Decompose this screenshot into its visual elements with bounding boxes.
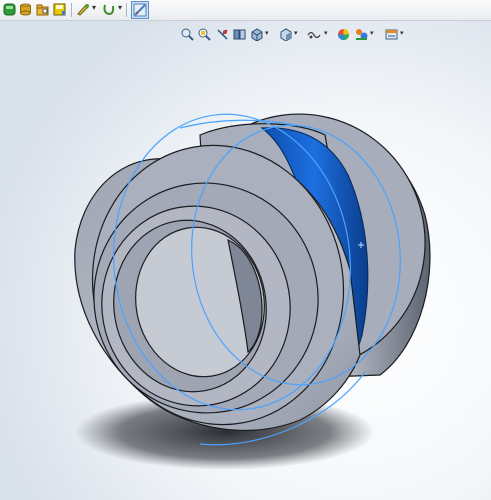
section-view-icon[interactable] bbox=[232, 26, 246, 42]
dropdown-arrow-icon[interactable]: ▾ bbox=[294, 29, 298, 37]
edit-appearance-icon[interactable] bbox=[336, 26, 350, 42]
save-yellow-icon[interactable] bbox=[52, 2, 67, 17]
zoom-to-fit-icon[interactable] bbox=[180, 26, 194, 42]
dropdown-arrow-icon[interactable]: ▾ bbox=[265, 29, 269, 37]
view-settings-icon[interactable] bbox=[384, 26, 398, 42]
smart-dimension-icon[interactable] bbox=[101, 2, 116, 17]
new-part-icon[interactable] bbox=[2, 2, 17, 17]
edit-sketch-icon[interactable] bbox=[131, 1, 149, 19]
dropdown-arrow-icon[interactable]: ▾ bbox=[118, 3, 122, 12]
dropdown-arrow-icon[interactable]: ▾ bbox=[400, 29, 404, 37]
zoom-area-icon[interactable] bbox=[197, 26, 211, 42]
previous-view-icon[interactable] bbox=[215, 26, 229, 42]
dropdown-arrow-icon[interactable]: ▾ bbox=[92, 3, 96, 12]
apply-scene-icon[interactable] bbox=[354, 26, 368, 42]
command-toolbar: ▾ ▾ bbox=[0, 0, 491, 21]
folder-lock-icon[interactable] bbox=[35, 2, 50, 17]
dropdown-arrow-icon[interactable]: ▾ bbox=[324, 29, 328, 37]
view-orientation-icon[interactable] bbox=[249, 26, 263, 42]
dropdown-arrow-icon[interactable]: ▾ bbox=[370, 29, 374, 37]
display-style-icon[interactable] bbox=[278, 26, 292, 42]
graphics-area[interactable] bbox=[0, 21, 491, 500]
sketch-pen-icon[interactable] bbox=[75, 2, 90, 17]
database-icon[interactable] bbox=[18, 2, 33, 17]
hide-show-items-icon[interactable] bbox=[306, 26, 322, 42]
